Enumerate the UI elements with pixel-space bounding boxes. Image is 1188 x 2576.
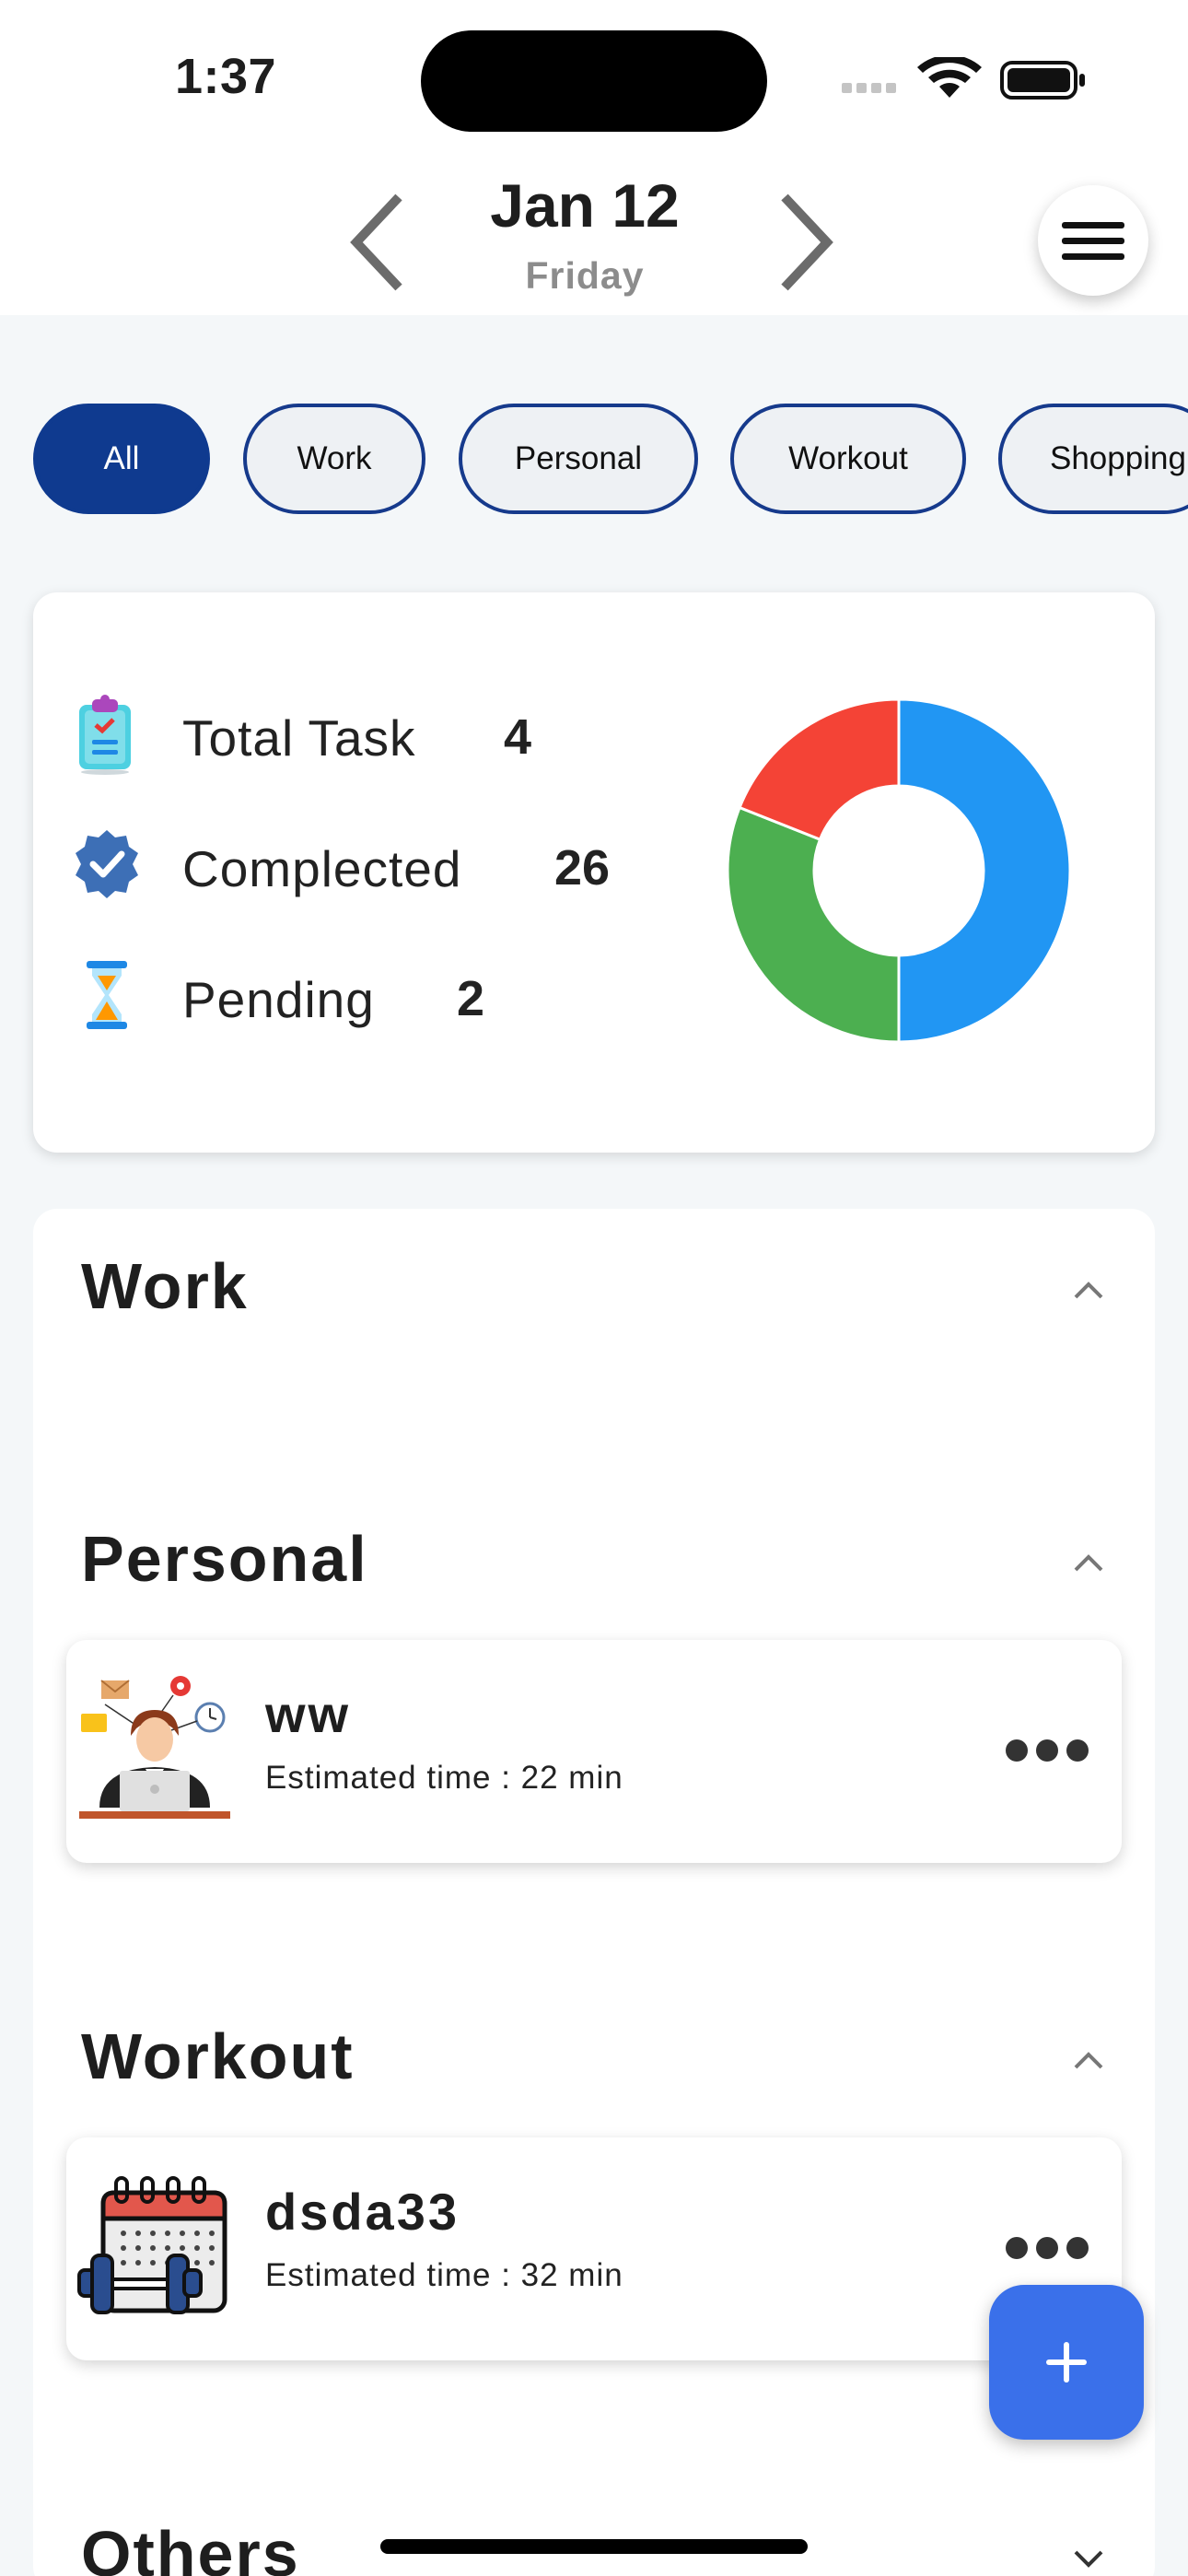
clipboard-icon: [79, 695, 131, 775]
filter-chip-shopping[interactable]: Shopping: [998, 404, 1188, 514]
pending-label: Pending: [182, 971, 375, 1028]
plus-icon: [1046, 2342, 1087, 2383]
more-options-icon[interactable]: [1006, 2230, 1089, 2266]
section-title-personal: Personal: [81, 1523, 368, 1595]
completed-value: 26: [554, 840, 611, 896]
task-card-workout[interactable]: dsda33 Estimated time : 32 min: [66, 2137, 1122, 2360]
task-status-donut-chart: [726, 697, 1072, 1044]
section-title-work: Work: [81, 1250, 249, 1322]
task-name: ww: [265, 1685, 352, 1743]
task-sections-panel: Work Personal ww Estimated time: 22 min…: [33, 1209, 1155, 2576]
battery-icon: [1000, 61, 1085, 100]
status-time: 1:37: [175, 49, 277, 104]
home-indicator: [380, 2539, 808, 2554]
donut-slice-green: [726, 805, 901, 1044]
completed-label: Complected: [182, 840, 462, 897]
total-task-value: 4: [504, 709, 532, 765]
filter-chip-all[interactable]: All: [33, 404, 210, 514]
next-day-arrow-icon[interactable]: [774, 192, 838, 293]
task-estimated-time: Estimated time : 32 min: [265, 2257, 623, 2293]
pending-value: 2: [457, 971, 485, 1026]
task-summary-card: Total Task 4 Complected 26 Pending 2: [33, 592, 1155, 1153]
donut-slice-red: [738, 697, 901, 842]
chevron-up-icon[interactable]: [1070, 1275, 1107, 1303]
selected-date: Jan 12: [490, 171, 680, 240]
status-icons: [842, 57, 1085, 100]
menu-button[interactable]: [1038, 185, 1148, 296]
dynamic-island: [421, 30, 767, 132]
add-task-button[interactable]: [989, 2285, 1144, 2440]
donut-slice-blue: [897, 697, 1072, 1044]
selected-weekday: Friday: [525, 254, 645, 297]
more-options-icon[interactable]: [1006, 1732, 1089, 1769]
task-card-personal[interactable]: ww Estimated time : 22 min: [66, 1640, 1122, 1863]
chevron-down-icon[interactable]: [1070, 2545, 1107, 2572]
chevron-up-icon[interactable]: [1070, 1548, 1107, 1575]
wifi-icon: [917, 57, 982, 98]
verified-badge-icon: [76, 830, 138, 898]
hourglass-icon: [87, 961, 127, 1029]
filter-chip-personal[interactable]: Personal: [459, 404, 698, 514]
workout-calendar-dumbbell-icon: [77, 2176, 227, 2314]
filter-chip-work[interactable]: Work: [243, 404, 425, 514]
chevron-up-icon[interactable]: [1070, 2045, 1107, 2073]
office-worker-illustration-icon: [79, 1676, 230, 1819]
cellular-signal-icon: [842, 83, 896, 93]
task-name: dsda33: [265, 2183, 460, 2241]
section-title-others: Others: [81, 2518, 300, 2576]
section-title-workout: Workout: [81, 2020, 355, 2092]
total-task-label: Total Task: [182, 709, 416, 767]
task-estimated-time: Estimated time : 22 min: [265, 1760, 623, 1796]
hamburger-icon: [1062, 213, 1124, 269]
filter-chip-workout[interactable]: Workout: [730, 404, 966, 514]
